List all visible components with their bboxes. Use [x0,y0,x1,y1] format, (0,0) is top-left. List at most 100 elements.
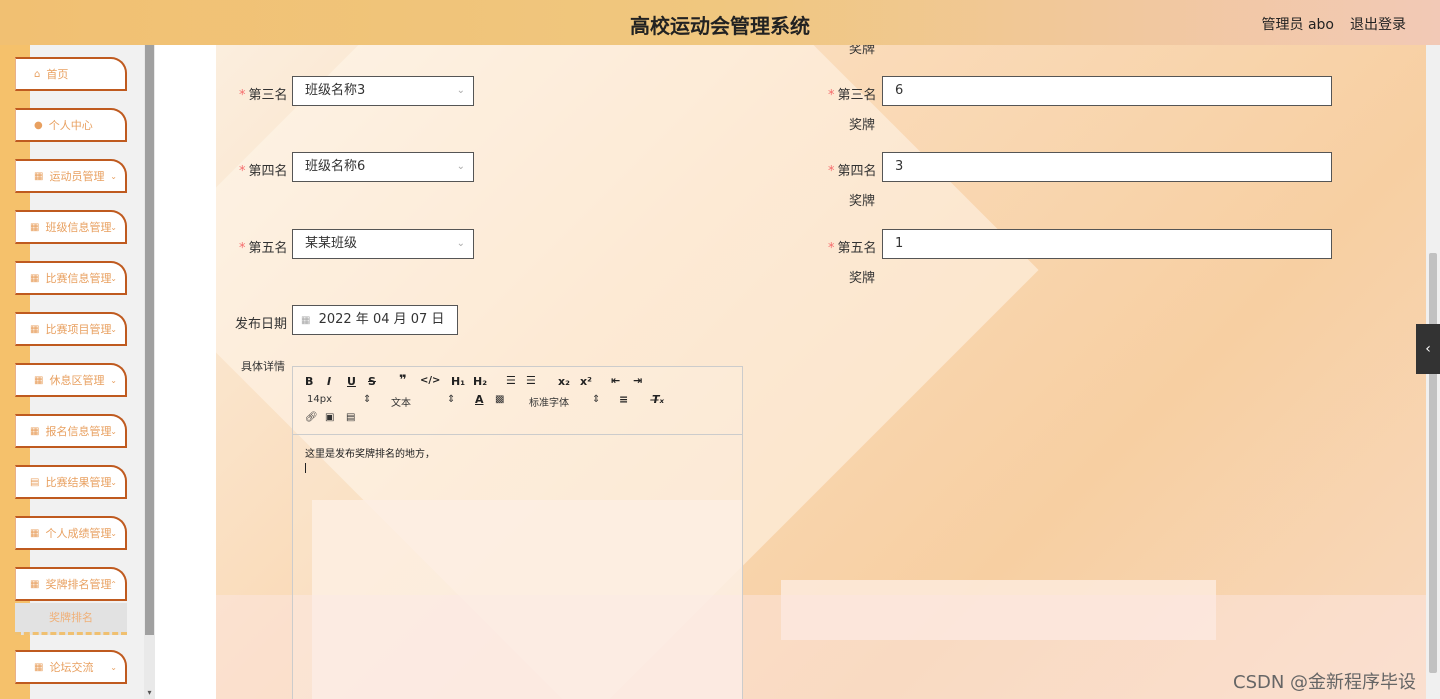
indent-icon[interactable]: ⇥ [633,374,642,387]
sidebar-item-label: 运动员管理 [49,170,105,183]
medal-4-count-input[interactable]: 3 [882,152,1332,182]
font-family-select[interactable]: 标准字体 [529,394,569,409]
rank-5-class-select[interactable]: 某某班级 ⌄ [292,229,474,259]
chevron-up-icon: ⌃ [110,579,117,589]
font-color-icon[interactable]: A [475,393,484,406]
medal-5-label: * 第五名 [828,241,877,256]
editor-content[interactable]: 这里是发布奖牌排名的地方， [293,435,742,483]
link-icon[interactable]: 🔗︎ [305,412,318,423]
background-color-icon[interactable]: ▩ [495,394,504,405]
clear-format-icon[interactable]: T̶ₓ [652,393,664,406]
grid-icon: ▦ [34,170,44,182]
sidebar-item-label: 首页 [46,68,69,81]
rank-5-class-value: 某某班级 [305,236,358,251]
sidebar: ⌂ 首页 ● 个人中心 ▦ 运动员管理 ⌄ ▦ 班级信息管理 ⌄ ▦ 比赛信息管… [0,45,155,699]
home-icon: ⌂ [34,68,41,80]
rich-text-editor: B I U S ❞ </> H₁ H₂ ☰ ☰ x₂ x² ⇤ ⇥ 14px ⇕… [292,366,743,699]
grid-icon: ▦ [30,578,40,590]
updown-icon: ⇕ [363,394,372,405]
rank-3-class-select[interactable]: 班级名称3 ⌄ [292,76,474,106]
sidebar-item-label: 奖牌排名管理 [45,578,112,591]
sidebar-item-label: 比赛项目管理 [45,323,112,336]
sidebar-item-registration[interactable]: ▦ 报名信息管理 ⌄ [15,414,127,448]
chevron-down-icon: ⌄ [110,324,117,334]
bullet-list-icon[interactable]: ☰ [526,374,536,387]
sidebar-item-personal-scores[interactable]: ▦ 个人成绩管理 ⌄ [15,516,127,550]
grid-icon: ▦ [30,425,40,437]
heading1-icon[interactable]: H₁ [451,375,465,388]
chevron-down-icon: ⌄ [456,161,465,172]
sidebar-item-label: 个人中心 [48,119,93,132]
medal-5-count-input[interactable]: 1 [882,229,1332,259]
chevron-down-icon: ⌄ [456,238,465,249]
sidebar-item-results[interactable]: ▤ 比赛结果管理 ⌄ [15,465,127,499]
subscript-icon[interactable]: x₂ [558,375,570,388]
superscript-icon[interactable]: x² [580,375,592,388]
heading2-icon[interactable]: H₂ [473,375,487,388]
current-user: 管理员 abo [1261,17,1334,33]
sidebar-item-profile[interactable]: ● 个人中心 [15,108,127,142]
updown-icon: ⇕ [447,394,456,405]
grid-icon: ▦ [30,221,40,233]
publish-date-label: 发布日期 [235,317,288,332]
chevron-down-icon: ⌄ [110,528,117,538]
chevron-down-icon: ⌄ [110,662,117,672]
underline-icon[interactable]: U [347,375,356,388]
sidebar-item-label: 个人成绩管理 [45,527,112,540]
grid-icon: ▦ [34,374,44,386]
page-scrollbar-thumb[interactable] [1429,253,1437,673]
sidebar-item-label: 论坛交流 [49,661,94,674]
publish-date-value: 2022 年 04 月 07 日 [318,312,445,327]
chevron-down-icon: ⌄ [110,426,117,436]
sidebar-item-home[interactable]: ⌂ 首页 [15,57,127,91]
header-bar: 高校运动会管理系统 管理员 abo 退出登录 [0,0,1440,45]
bold-icon[interactable]: B [305,375,313,388]
rank-3-class-value: 班级名称3 [305,83,366,98]
sidebar-scrollbar[interactable]: ▾ [144,45,155,699]
code-block-icon[interactable]: </> [420,375,440,386]
sidebar-item-medal-ranking[interactable]: ▦ 奖牌排名管理 ⌃ [15,567,127,601]
align-icon[interactable]: ≡ [619,393,628,406]
medal-suffix-label: 奖牌 [849,194,876,209]
sidebar-item-label: 休息区管理 [49,374,105,387]
rank-4-class-select[interactable]: 班级名称6 ⌄ [292,152,474,182]
collapse-panel-button[interactable]: ‹ [1416,324,1440,374]
sidebar-subitem-medal-ranking[interactable]: 奖牌排名 [15,603,127,635]
sidebar-item-classes[interactable]: ▦ 班级信息管理 ⌄ [15,210,127,244]
italic-icon[interactable]: I [327,375,331,388]
app-title: 高校运动会管理系统 [630,14,810,38]
text-type-select[interactable]: 文本 [391,394,411,409]
logout-link[interactable]: 退出登录 [1350,14,1406,34]
sidebar-item-rest-area[interactable]: ▦ 休息区管理 ⌄ [15,363,127,397]
image-icon[interactable]: ▣ [325,412,334,423]
ordered-list-icon[interactable]: ☰ [506,374,516,387]
sidebar-item-athletes[interactable]: ▦ 运动员管理 ⌄ [15,159,127,193]
rank-3-label: * 第三名 [239,88,288,103]
rank-4-class-value: 班级名称6 [305,159,366,174]
medal-suffix-label: 奖牌 [849,118,876,133]
calendar-icon: ▦ [301,315,311,326]
grid-icon: ▦ [34,661,44,673]
medal-suffix-label: 奖牌 [849,271,876,286]
blockquote-icon[interactable]: ❞ [399,373,407,388]
medal-3-count-input[interactable]: 6 [882,76,1332,106]
chevron-down-icon: ⌄ [110,375,117,385]
rank-5-label: * 第五名 [239,241,288,256]
sidebar-scrollbar-thumb[interactable] [145,45,154,635]
video-icon[interactable]: ▤ [346,412,355,423]
publish-date-picker[interactable]: ▦ 2022 年 04 月 07 日 [292,305,458,335]
grid-icon: ▦ [30,527,40,539]
chevron-down-icon: ⌄ [110,273,117,283]
sidebar-item-events[interactable]: ▦ 比赛项目管理 ⌄ [15,312,127,346]
outdent-icon[interactable]: ⇤ [611,374,620,387]
editor-toolbar: B I U S ❞ </> H₁ H₂ ☰ ☰ x₂ x² ⇤ ⇥ 14px ⇕… [293,367,742,435]
watermark: CSDN @金新程序毕设 [1233,672,1417,693]
font-size-select[interactable]: 14px [307,394,332,405]
chevron-down-icon: ⌄ [456,85,465,96]
updown-icon: ⇕ [592,394,601,405]
sidebar-item-matches[interactable]: ▦ 比赛信息管理 ⌄ [15,261,127,295]
sidebar-item-forum[interactable]: ▦ 论坛交流 ⌄ [15,650,127,684]
user-icon: ● [34,119,43,131]
strikethrough-icon[interactable]: S [368,375,376,388]
scroll-down-arrow-icon[interactable]: ▾ [145,688,154,697]
